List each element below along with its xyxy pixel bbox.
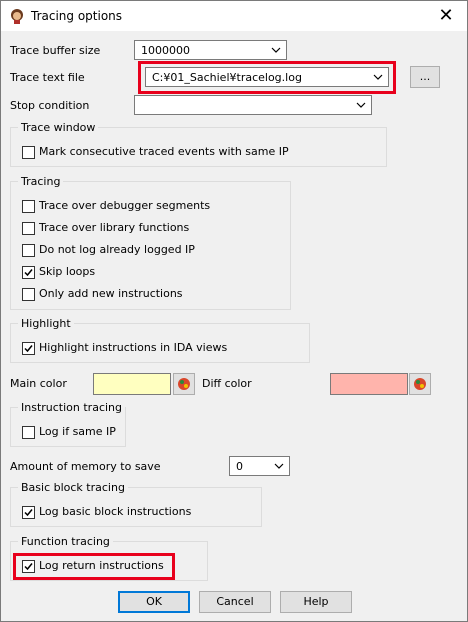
buffer-size-value: 1000000 [141, 44, 190, 57]
browse-button[interactable]: ... [410, 66, 440, 88]
mark-consecutive-label: Mark consecutive traced events with same… [39, 145, 289, 158]
trace-debugger-segments-label: Trace over debugger segments [39, 199, 211, 212]
title-bar: Tracing options ✕ [1, 1, 467, 31]
memory-value: 0 [236, 460, 243, 473]
close-button[interactable]: ✕ [425, 1, 467, 31]
chevron-down-icon [274, 463, 284, 469]
diff-color-picker-button[interactable] [409, 373, 431, 395]
skip-loops-checkbox[interactable] [22, 266, 35, 279]
memory-combo[interactable]: 0 [229, 456, 290, 476]
text-file-label: Trace text file [10, 71, 85, 84]
buffer-size-combo[interactable]: 1000000 [134, 40, 287, 60]
log-same-ip-label: Log if same IP [39, 425, 116, 438]
only-add-new-checkbox[interactable] [22, 288, 35, 301]
diff-color-label: Diff color [202, 377, 252, 390]
stop-condition-label: Stop condition [10, 99, 90, 112]
window-title: Tracing options [31, 9, 123, 23]
memory-label: Amount of memory to save [10, 460, 161, 473]
highlight-instructions-label: Highlight instructions in IDA views [39, 341, 228, 354]
trace-library-functions-label: Trace over library functions [39, 221, 190, 234]
main-color-swatch[interactable] [93, 373, 171, 395]
log-same-ip-checkbox[interactable] [22, 426, 35, 439]
check-icon [24, 269, 33, 277]
trace-window-title: Trace window [18, 121, 99, 134]
function-tracing-title: Function tracing [18, 535, 113, 548]
diff-color-swatch[interactable] [330, 373, 408, 395]
highlight-log-return [13, 553, 175, 580]
check-icon [24, 345, 33, 353]
do-not-log-label: Do not log already logged IP [39, 243, 195, 256]
skip-loops-label: Skip loops [39, 265, 96, 278]
main-color-picker-button[interactable] [173, 373, 195, 395]
log-basic-block-label: Log basic block instructions [39, 505, 192, 518]
tracing-options-dialog: Tracing options ✕ Trace buffer size 1000… [0, 0, 468, 622]
highlight-instructions-checkbox[interactable] [22, 342, 35, 355]
close-icon: ✕ [438, 5, 454, 26]
help-button[interactable]: Help [280, 591, 352, 613]
chevron-down-icon [271, 47, 281, 53]
only-add-new-label: Only add new instructions [39, 287, 183, 300]
trace-debugger-segments-checkbox[interactable] [22, 200, 35, 213]
instruction-tracing-title: Instruction tracing [18, 401, 126, 414]
do-not-log-checkbox[interactable] [22, 244, 35, 257]
color-picker-icon [178, 378, 190, 390]
ok-button[interactable]: OK [118, 591, 190, 613]
main-color-label: Main color [10, 377, 67, 390]
chevron-down-icon [356, 102, 366, 108]
log-basic-block-checkbox[interactable] [22, 506, 35, 519]
tracing-title: Tracing [18, 175, 64, 188]
highlight-title: Highlight [18, 317, 74, 330]
highlight-text-file [138, 61, 396, 94]
trace-library-functions-checkbox[interactable] [22, 222, 35, 235]
color-picker-icon [414, 378, 426, 390]
cancel-button[interactable]: Cancel [199, 591, 271, 613]
mark-consecutive-checkbox[interactable] [22, 146, 35, 159]
app-icon [11, 9, 23, 24]
buffer-size-label: Trace buffer size [10, 44, 101, 57]
basic-block-title: Basic block tracing [18, 481, 128, 494]
check-icon [24, 509, 33, 517]
stop-condition-combo[interactable] [134, 95, 372, 115]
